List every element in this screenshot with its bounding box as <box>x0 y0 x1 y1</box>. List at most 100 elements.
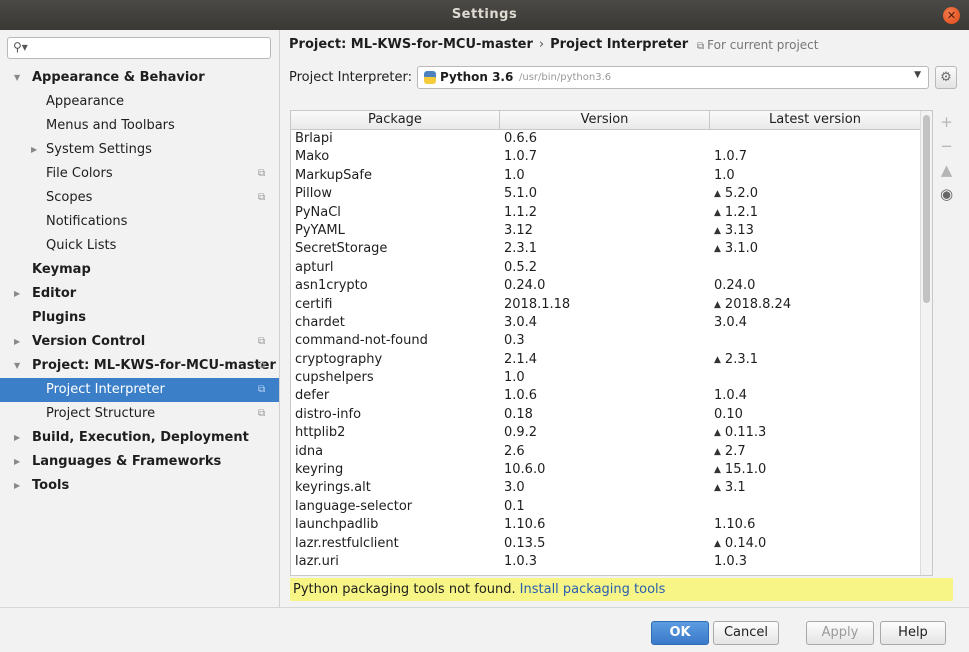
package-latest-version: 1.0.3 <box>714 553 747 571</box>
package-latest-version: ▲ 5.2.0 <box>714 185 758 204</box>
scrollbar-thumb[interactable] <box>923 115 930 303</box>
remove-package-button[interactable]: − <box>933 134 960 158</box>
sidebar-item[interactable]: ▶ Version Control ⧉ <box>0 330 279 354</box>
sidebar-item-label: File Colors <box>46 166 113 181</box>
collapse-arrow-icon[interactable]: ▶ <box>14 450 20 474</box>
search-input[interactable] <box>34 40 264 56</box>
table-row[interactable]: idna 2.6 ▲ 2.7 <box>291 443 920 461</box>
sidebar-item[interactable]: ▶ Build, Execution, Deployment <box>0 426 279 450</box>
package-name: cupshelpers <box>295 370 374 386</box>
package-name: lazr.uri <box>295 553 339 569</box>
table-scrollbar[interactable] <box>920 111 932 575</box>
sidebar-item[interactable]: ▼ Project: ML-KWS-for-MCU-master ⧉ <box>0 354 279 378</box>
sidebar-item[interactable]: ▼ Appearance & Behavior <box>0 66 279 90</box>
expand-arrow-icon[interactable]: ▼ <box>14 66 20 90</box>
table-row[interactable]: httplib2 0.9.2 ▲ 0.11.3 <box>291 424 920 442</box>
install-tools-link[interactable]: Install packaging tools <box>520 582 666 597</box>
sidebar-item[interactable]: Appearance <box>0 90 279 114</box>
table-row[interactable]: SecretStorage 2.3.1 ▲ 3.1.0 <box>291 240 920 258</box>
table-row[interactable]: Brlapi 0.6.6 <box>291 130 920 148</box>
latest-version-value: 1.0 <box>714 167 735 183</box>
upgrade-available-icon: ▲ <box>714 465 721 476</box>
table-row[interactable]: PyYAML 3.12 ▲ 3.13 <box>291 222 920 240</box>
package-version: 2.6 <box>504 443 525 459</box>
sidebar-item[interactable]: Project Interpreter ⧉ <box>0 378 279 402</box>
upgrade-package-button[interactable]: ▲ <box>933 158 960 182</box>
table-row[interactable]: asn1crypto 0.24.0 0.24.0 <box>291 277 920 295</box>
table-row[interactable]: command-not-found 0.3 <box>291 332 920 350</box>
sidebar-item-label: Languages & Frameworks <box>32 454 222 469</box>
table-row[interactable]: launchpadlib 1.10.6 1.10.6 <box>291 516 920 534</box>
collapse-arrow-icon[interactable]: ▶ <box>14 330 20 354</box>
show-details-icon: ◉ <box>939 185 954 203</box>
sidebar-item[interactable]: File Colors ⧉ <box>0 162 279 186</box>
package-name: distro-info <box>295 406 362 422</box>
upgrade-available-icon: ▲ <box>714 428 721 439</box>
gear-icon[interactable]: ⚙ <box>935 66 957 89</box>
table-row[interactable]: keyring 10.6.0 ▲ 15.1.0 <box>291 461 920 479</box>
package-name: launchpadlib <box>295 517 379 533</box>
sidebar-item-label: Scopes <box>46 190 93 205</box>
column-header-version[interactable]: Version <box>500 111 710 130</box>
table-row[interactable]: PyNaCl 1.1.2 ▲ 1.2.1 <box>291 204 920 222</box>
table-row[interactable]: language-selector 0.1 <box>291 498 920 516</box>
sidebar-item-label: Build, Execution, Deployment <box>32 430 249 445</box>
collapse-arrow-icon[interactable]: ▶ <box>14 426 20 450</box>
collapse-arrow-icon[interactable]: ▶ <box>14 474 20 498</box>
sidebar-item-label: Tools <box>32 478 70 493</box>
sidebar-item-label: Project Interpreter <box>46 382 165 397</box>
sidebar-item[interactable]: ▶ Editor <box>0 282 279 306</box>
sidebar-item[interactable]: Scopes ⧉ <box>0 186 279 210</box>
upgrade-available-icon: ▲ <box>714 446 721 457</box>
package-name: PyYAML <box>295 222 345 238</box>
table-row[interactable]: cupshelpers 1.0 <box>291 369 920 387</box>
package-version: 1.0.3 <box>504 553 538 569</box>
package-name: chardet <box>295 314 345 330</box>
latest-version-value: 3.13 <box>724 222 754 238</box>
sidebar-item[interactable]: Project Structure ⧉ <box>0 402 279 426</box>
sidebar-item[interactable]: ▶ Languages & Frameworks <box>0 450 279 474</box>
cancel-button[interactable]: Cancel <box>713 621 779 645</box>
latest-version-value: 0.11.3 <box>724 425 767 441</box>
table-row[interactable]: certifi 2018.1.18 ▲ 2018.8.24 <box>291 296 920 314</box>
show-details-button[interactable]: ◉ <box>933 182 960 206</box>
ok-button[interactable]: OK <box>651 621 709 645</box>
window-title: Settings <box>451 7 518 22</box>
sidebar-item[interactable]: Quick Lists <box>0 234 279 258</box>
package-latest-version: ▲ 2.3.1 <box>714 351 758 370</box>
settings-search[interactable]: ⚲▾ <box>7 37 271 59</box>
expand-arrow-icon[interactable]: ▼ <box>14 354 20 378</box>
table-row[interactable]: lazr.uri 1.0.3 1.0.3 <box>291 553 920 571</box>
column-header-package[interactable]: Package <box>291 111 500 130</box>
sidebar-item[interactable]: Menus and Toolbars <box>0 114 279 138</box>
add-package-button[interactable]: + <box>933 110 960 134</box>
collapse-arrow-icon[interactable]: ▶ <box>14 282 20 306</box>
package-name: Brlapi <box>295 131 333 146</box>
interpreter-select[interactable]: Python 3.6 /usr/bin/python3.6 ▼ <box>417 66 929 89</box>
sidebar-item[interactable]: Notifications <box>0 210 279 234</box>
table-row[interactable]: MarkupSafe 1.0 1.0 <box>291 167 920 185</box>
package-version: 0.5.2 <box>504 259 538 275</box>
copy-icon: ⧉ <box>697 41 705 52</box>
sidebar-item[interactable]: Keymap <box>0 258 279 282</box>
close-icon[interactable]: ✕ <box>943 7 960 24</box>
table-row[interactable]: Mako 1.0.7 1.0.7 <box>291 148 920 166</box>
table-row[interactable]: defer 1.0.6 1.0.4 <box>291 387 920 405</box>
package-latest-version: ▲ 15.1.0 <box>714 461 766 480</box>
upgrade-available-icon: ▲ <box>714 354 721 365</box>
table-row[interactable]: chardet 3.0.4 3.0.4 <box>291 314 920 332</box>
sidebar-item[interactable]: Plugins <box>0 306 279 330</box>
collapse-arrow-icon[interactable]: ▶ <box>31 138 37 162</box>
sidebar-item[interactable]: ▶ System Settings <box>0 138 279 162</box>
column-header-latest[interactable]: Latest version <box>710 111 920 130</box>
table-row[interactable]: lazr.restfulclient 0.13.5 ▲ 0.14.0 <box>291 535 920 553</box>
table-row[interactable]: keyrings.alt 3.0 ▲ 3.1 <box>291 479 920 497</box>
table-row[interactable]: Pillow 5.1.0 ▲ 5.2.0 <box>291 185 920 203</box>
help-button[interactable]: Help <box>880 621 946 645</box>
table-row[interactable]: apturl 0.5.2 <box>291 259 920 277</box>
sidebar-item[interactable]: ▶ Tools <box>0 474 279 498</box>
sidebar-item-label: Menus and Toolbars <box>46 118 175 133</box>
table-row[interactable]: cryptography 2.1.4 ▲ 2.3.1 <box>291 351 920 369</box>
table-row[interactable]: distro-info 0.18 0.10 <box>291 406 920 424</box>
apply-button[interactable]: Apply <box>806 621 874 645</box>
